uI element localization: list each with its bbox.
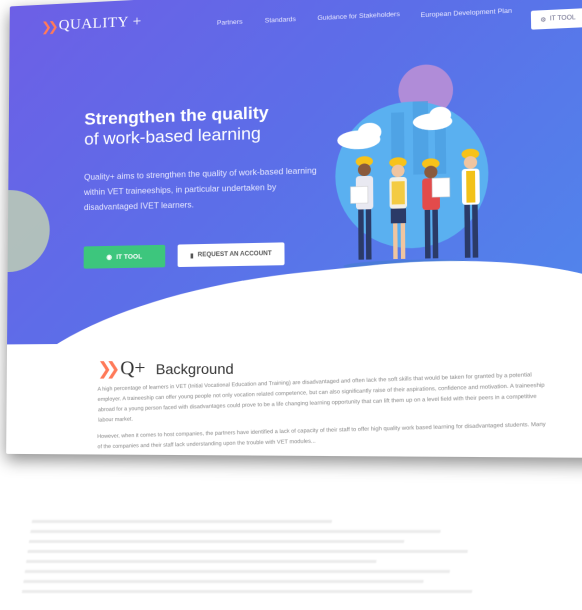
background-heading: Background [155,360,234,378]
nav-item-partners[interactable]: Partners [217,19,242,27]
background-section-heading: ❯❯ Q+ Background [97,357,233,380]
chevron-logo-icon: ❯❯ [97,358,115,379]
decorative-circle [6,188,50,273]
site-logo[interactable]: ❯❯ QUALITY + [41,14,142,36]
document-icon: ▮ [190,252,194,260]
screenshot-stage: ❯❯ QUALITY + Partners Standards Guidance… [0,0,582,610]
eye-icon: ◉ [106,253,113,262]
gear-icon: ⚙ [540,16,547,24]
it-tool-button[interactable]: ◉ IT TOOL [83,244,166,269]
logo-text: QUALITY + [58,13,142,34]
nav-item-development-plan[interactable]: European Development Plan [421,8,513,20]
hero-illustration [334,63,490,271]
hero-intro-text: Quality+ aims to strengthen the quality … [83,165,317,213]
page-reflection [21,470,539,600]
q-plus-logo: ❯❯ Q+ [97,357,146,380]
request-account-button[interactable]: ▮ REQUEST AN ACCOUNT [177,242,285,268]
nav-item-standards[interactable]: Standards [265,16,296,25]
nav-it-tool-button[interactable]: ⚙ IT TOOL [530,8,582,30]
nav-item-guidance[interactable]: Guidance for Stakeholders [317,11,400,22]
top-navigation: ❯❯ QUALITY + Partners Standards Guidance… [9,0,582,56]
chevron-logo-icon: ❯❯ [41,18,55,34]
website-page: ❯❯ QUALITY + Partners Standards Guidance… [6,0,582,458]
